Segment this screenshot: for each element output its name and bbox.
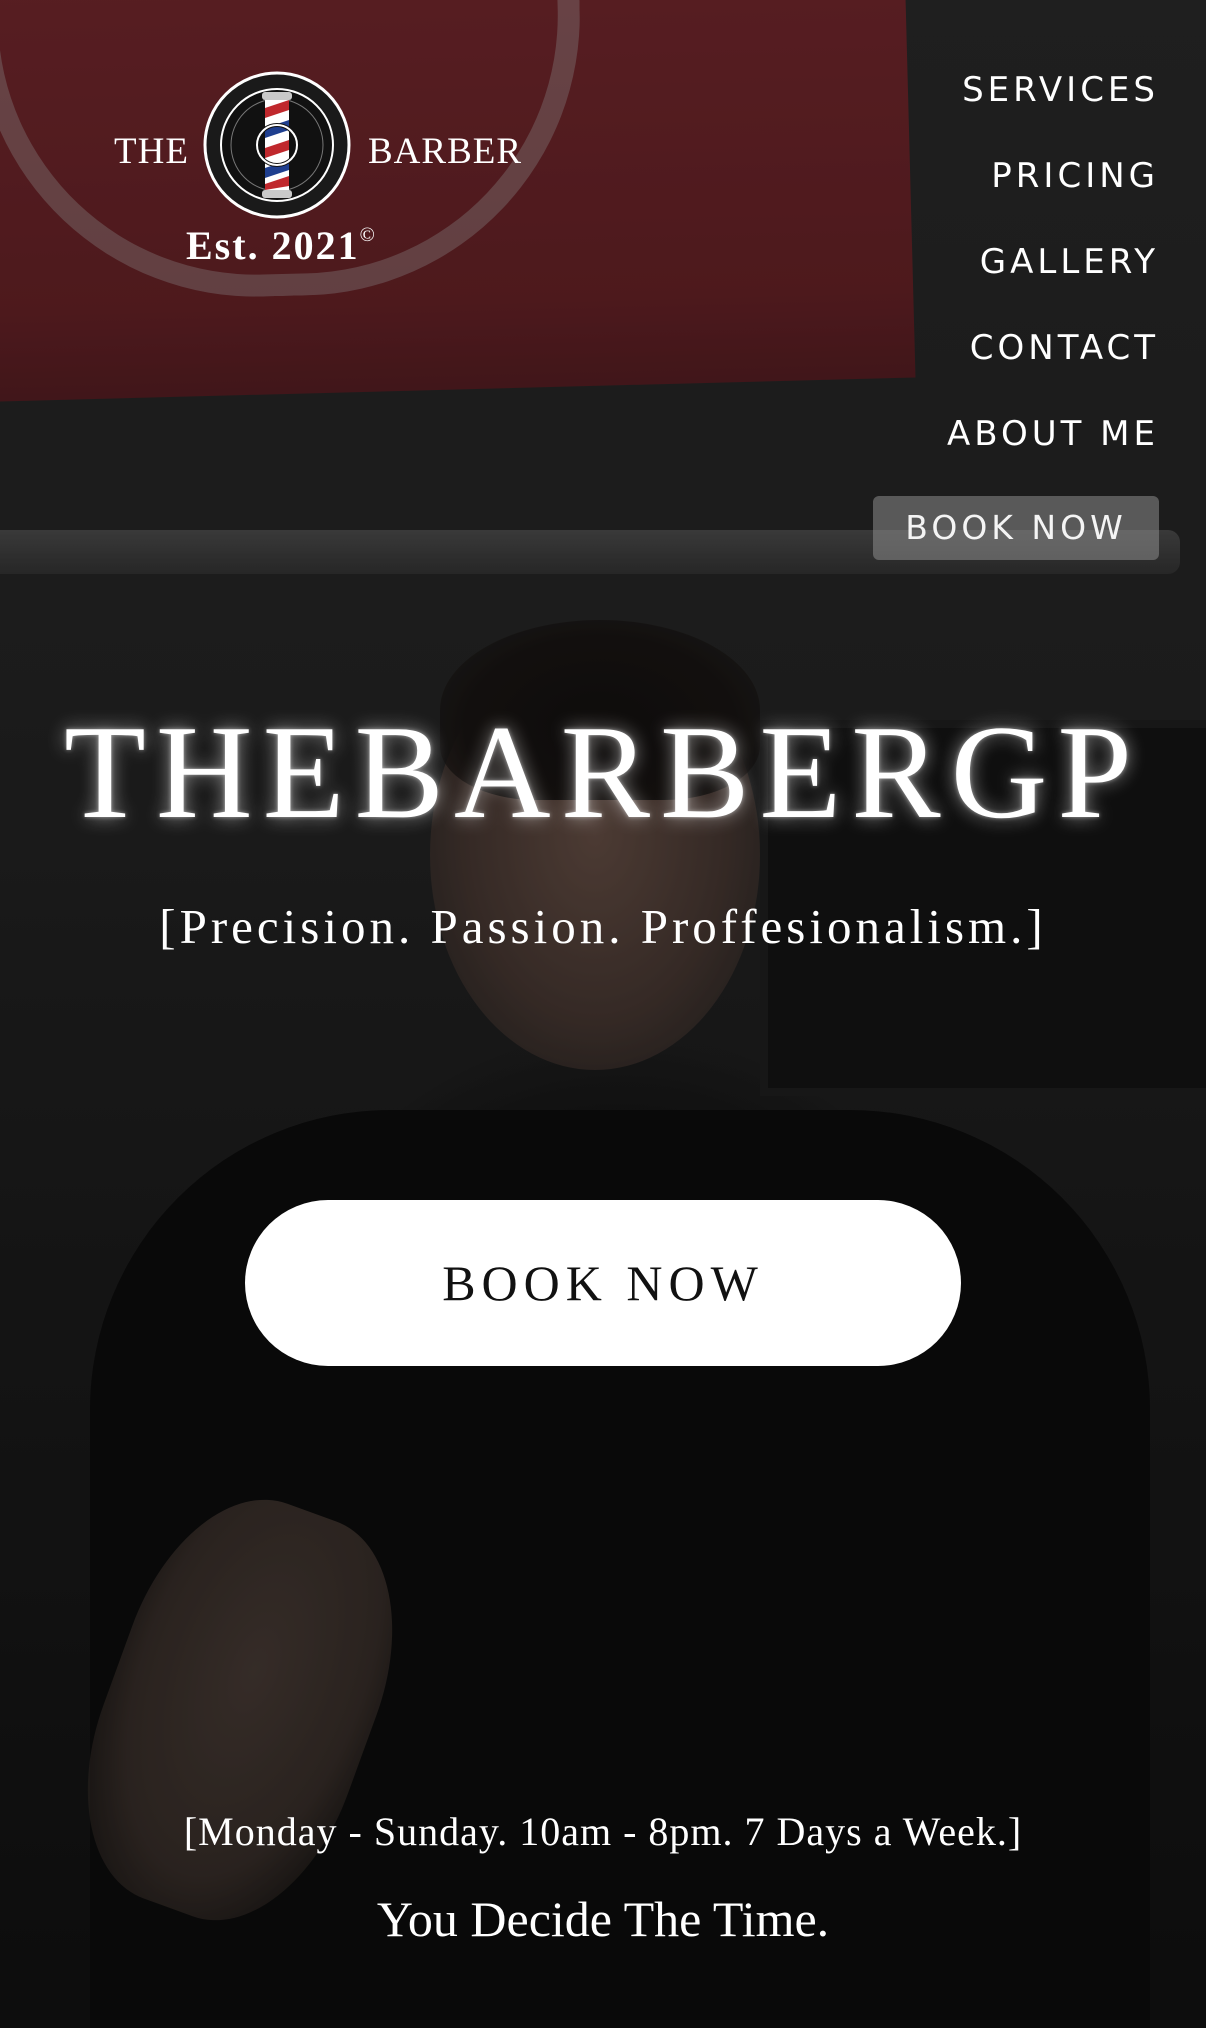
main-nav: SERVICES PRICING GALLERY CONTACT ABOUT M… bbox=[839, 66, 1159, 560]
logo-word-right: BARBER bbox=[368, 131, 523, 172]
hero-title: THEBARBERGP bbox=[64, 698, 1142, 846]
hero-time-line: You Decide The Time. bbox=[376, 1891, 830, 1947]
nav-pricing[interactable]: PRICING bbox=[991, 152, 1159, 238]
nav-contact[interactable]: CONTACT bbox=[970, 324, 1159, 410]
logo-word-left: THE bbox=[114, 131, 189, 172]
nav-about-me[interactable]: ABOUT ME bbox=[947, 410, 1159, 496]
nav-gallery[interactable]: GALLERY bbox=[980, 238, 1159, 324]
nav-services[interactable]: SERVICES bbox=[962, 66, 1159, 152]
site-logo[interactable]: THE BARBER Est. 2021© bbox=[110, 70, 523, 270]
opening-hours: [Monday - Sunday. 10am - 8pm. 7 Days a W… bbox=[183, 1809, 1023, 1854]
hero-tagline: [Precision. Passion. Proffesionalism.] bbox=[159, 899, 1047, 954]
barber-pole-emblem-icon bbox=[203, 71, 351, 219]
logo-established: Est. 2021© bbox=[186, 223, 377, 268]
nav-book-now-button[interactable]: BOOK NOW bbox=[873, 496, 1159, 560]
hero-book-now-button[interactable]: BOOK NOW bbox=[245, 1200, 961, 1366]
